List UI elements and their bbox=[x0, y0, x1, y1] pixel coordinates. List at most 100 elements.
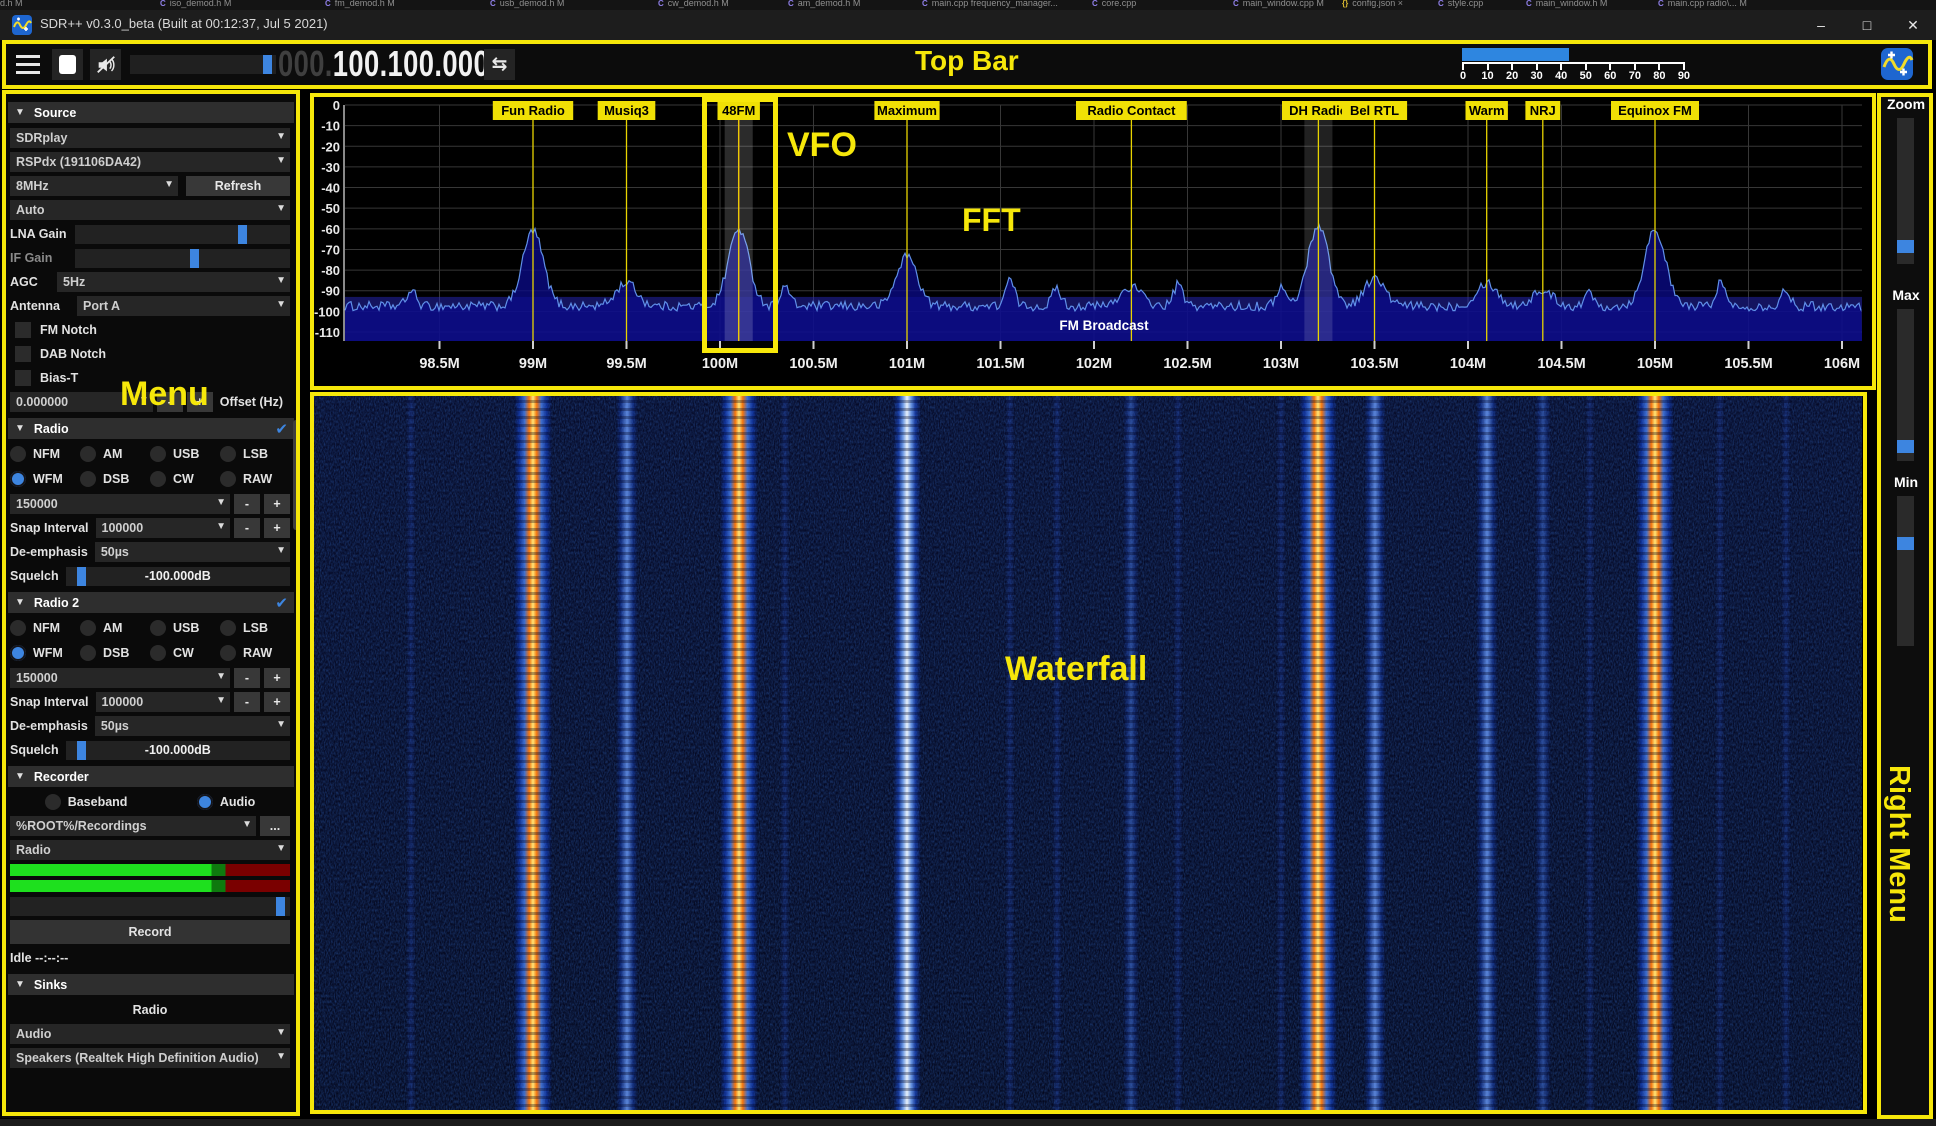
offset-minus-button[interactable]: - bbox=[157, 392, 183, 412]
bandwidth-minus-button[interactable]: - bbox=[234, 494, 260, 514]
background-tab[interactable]: Cam_demod.h M bbox=[788, 0, 860, 8]
waterfall[interactable] bbox=[313, 395, 1862, 1112]
agc-dropdown[interactable]: 5Hz bbox=[57, 272, 290, 292]
bandwidth2-minus-button[interactable]: - bbox=[234, 668, 260, 688]
menu-toggle-button[interactable] bbox=[12, 49, 44, 80]
radio2-mode-lsb[interactable]: LSB bbox=[220, 618, 290, 638]
snap2-minus-button[interactable]: - bbox=[234, 692, 260, 712]
gain-mode-dropdown[interactable]: Auto bbox=[10, 200, 290, 220]
recordings-path-input[interactable]: %ROOT%/Recordings bbox=[10, 816, 256, 836]
recorder-section-header[interactable]: ▼Recorder bbox=[8, 766, 294, 787]
min-slider-handle[interactable] bbox=[1897, 537, 1914, 550]
minimize-button[interactable]: – bbox=[1798, 10, 1844, 40]
if-gain-slider[interactable] bbox=[75, 249, 290, 268]
radio-mode-usb[interactable]: USB bbox=[150, 444, 220, 464]
radio2-section-header[interactable]: ▼Radio 2✔ bbox=[8, 592, 294, 613]
radio-mode-cw[interactable]: CW bbox=[150, 469, 220, 489]
squelch-slider[interactable]: -100.000dB bbox=[66, 567, 290, 586]
offset-plus-button[interactable]: + bbox=[187, 392, 213, 412]
background-tab[interactable]: Cstyle.cpp bbox=[1438, 0, 1483, 8]
bandwidth2-plus-button[interactable]: + bbox=[264, 668, 290, 688]
snap-plus-button[interactable]: + bbox=[264, 518, 290, 538]
maximize-button[interactable]: □ bbox=[1844, 10, 1890, 40]
tuning-mode-button[interactable]: ⇆ bbox=[484, 49, 515, 80]
source-section-header[interactable]: ▼Source bbox=[8, 102, 294, 123]
radio2-mode-dsb[interactable]: DSB bbox=[80, 643, 150, 663]
recorder-mode-baseband[interactable]: Baseband bbox=[45, 792, 128, 812]
min-slider[interactable] bbox=[1897, 496, 1914, 646]
background-tab[interactable]: Cfm_demod.h M bbox=[325, 0, 395, 8]
recorder-volume-handle[interactable] bbox=[276, 897, 285, 916]
radio2-mode-wfm[interactable]: WFM bbox=[10, 643, 80, 663]
stop-button[interactable] bbox=[52, 49, 83, 80]
radio2-enabled-check-icon[interactable]: ✔ bbox=[275, 594, 288, 612]
radio2-bandwidth-input[interactable]: 150000 bbox=[10, 668, 230, 688]
snap-interval2-input[interactable]: 100000 bbox=[96, 692, 231, 712]
recorder-mode-audio[interactable]: Audio bbox=[197, 792, 255, 812]
radio-mode-wfm[interactable]: WFM bbox=[10, 469, 80, 489]
snap2-plus-button[interactable]: + bbox=[264, 692, 290, 712]
bias-t-checkbox[interactable] bbox=[15, 370, 31, 386]
radio2-mode-usb[interactable]: USB bbox=[150, 618, 220, 638]
radio2-mode-am[interactable]: AM bbox=[80, 618, 150, 638]
background-tab[interactable]: {}config.json × bbox=[1342, 0, 1403, 8]
record-button[interactable]: Record bbox=[10, 920, 290, 944]
bandwidth-plus-button[interactable]: + bbox=[264, 494, 290, 514]
dab-notch-checkbox[interactable] bbox=[15, 346, 31, 362]
source-device-dropdown[interactable]: RSPdx (191106DA42) bbox=[10, 152, 290, 172]
recorder-volume-slider[interactable] bbox=[10, 897, 290, 916]
close-button[interactable]: ✕ bbox=[1890, 10, 1936, 40]
svg-text:103.5M: 103.5M bbox=[1350, 356, 1398, 372]
refresh-button[interactable]: Refresh bbox=[186, 176, 290, 196]
fft-plot[interactable]: 0-10-20-30-40-50-60-70-80-90-100-11098.5… bbox=[310, 93, 1876, 390]
recorder-stream-dropdown[interactable]: Radio bbox=[10, 840, 290, 860]
radio2-mode-cw[interactable]: CW bbox=[150, 643, 220, 663]
sink-device-dropdown[interactable]: Speakers (Realtek High Definition Audio) bbox=[10, 1048, 290, 1068]
background-tab[interactable]: Cmain.cpp frequency_manager... bbox=[922, 0, 1058, 8]
source-driver-dropdown[interactable]: SDRplay bbox=[10, 128, 290, 148]
lna-gain-slider[interactable] bbox=[75, 225, 290, 244]
max-slider-handle[interactable] bbox=[1897, 440, 1914, 453]
fm-notch-checkbox[interactable] bbox=[15, 322, 31, 338]
background-tab[interactable]: Ciso_demod.h M bbox=[160, 0, 231, 8]
radio-mode-am[interactable]: AM bbox=[80, 444, 150, 464]
radio2-mode-nfm[interactable]: NFM bbox=[10, 618, 80, 638]
browse-button[interactable]: ... bbox=[260, 816, 290, 836]
radio-mode-raw[interactable]: RAW bbox=[220, 469, 290, 489]
volume-slider[interactable] bbox=[130, 55, 276, 74]
squelch2-slider[interactable]: -100.000dB bbox=[66, 741, 290, 760]
if-gain-handle[interactable] bbox=[190, 249, 199, 268]
radio-mode-lsb[interactable]: LSB bbox=[220, 444, 290, 464]
deemphasis2-dropdown[interactable]: 50µs bbox=[95, 716, 290, 736]
background-tab[interactable]: Cmain_window.h M bbox=[1526, 0, 1607, 8]
lna-gain-handle[interactable] bbox=[238, 225, 247, 244]
sink-type-dropdown[interactable]: Audio bbox=[10, 1024, 290, 1044]
background-tab[interactable]: Cusb_demod.h M bbox=[490, 0, 564, 8]
radio-enabled-check-icon[interactable]: ✔ bbox=[275, 420, 288, 438]
radio-mode-nfm[interactable]: NFM bbox=[10, 444, 80, 464]
background-tab[interactable]: Ccw_demod.h M bbox=[658, 0, 729, 8]
mute-button[interactable] bbox=[90, 49, 121, 80]
volume-slider-handle[interactable] bbox=[263, 55, 272, 74]
zoom-slider[interactable] bbox=[1897, 118, 1914, 264]
zoom-slider-handle[interactable] bbox=[1897, 240, 1914, 253]
antenna-dropdown[interactable]: Port A bbox=[77, 296, 290, 316]
radio-section-header[interactable]: ▼Radio✔ bbox=[8, 418, 294, 439]
frequency-display[interactable]: 000.100.100.000 bbox=[278, 43, 489, 85]
background-tab[interactable]: d.h M bbox=[0, 0, 23, 8]
snap-interval-input[interactable]: 100000 bbox=[96, 518, 231, 538]
snap-minus-button[interactable]: - bbox=[234, 518, 260, 538]
radio2-mode-raw[interactable]: RAW bbox=[220, 643, 290, 663]
sinks-section-header[interactable]: ▼Sinks bbox=[8, 974, 294, 995]
menu-scrollbar[interactable] bbox=[293, 420, 299, 530]
background-tab[interactable]: Cmain.cpp radio\... M bbox=[1658, 0, 1747, 8]
waterfall-signal-musiq3 bbox=[616, 395, 638, 1112]
radio-bandwidth-input[interactable]: 150000 bbox=[10, 494, 230, 514]
max-slider[interactable] bbox=[1897, 309, 1914, 461]
background-tab[interactable]: Ccore.cpp bbox=[1092, 0, 1136, 8]
background-tab[interactable]: Cmain_window.cpp M bbox=[1233, 0, 1324, 8]
radio-mode-dsb[interactable]: DSB bbox=[80, 469, 150, 489]
deemphasis-dropdown[interactable]: 50µs bbox=[95, 542, 290, 562]
offset-input[interactable]: 0.000000 bbox=[10, 392, 153, 412]
samplerate-dropdown[interactable]: 8MHz bbox=[10, 176, 178, 196]
